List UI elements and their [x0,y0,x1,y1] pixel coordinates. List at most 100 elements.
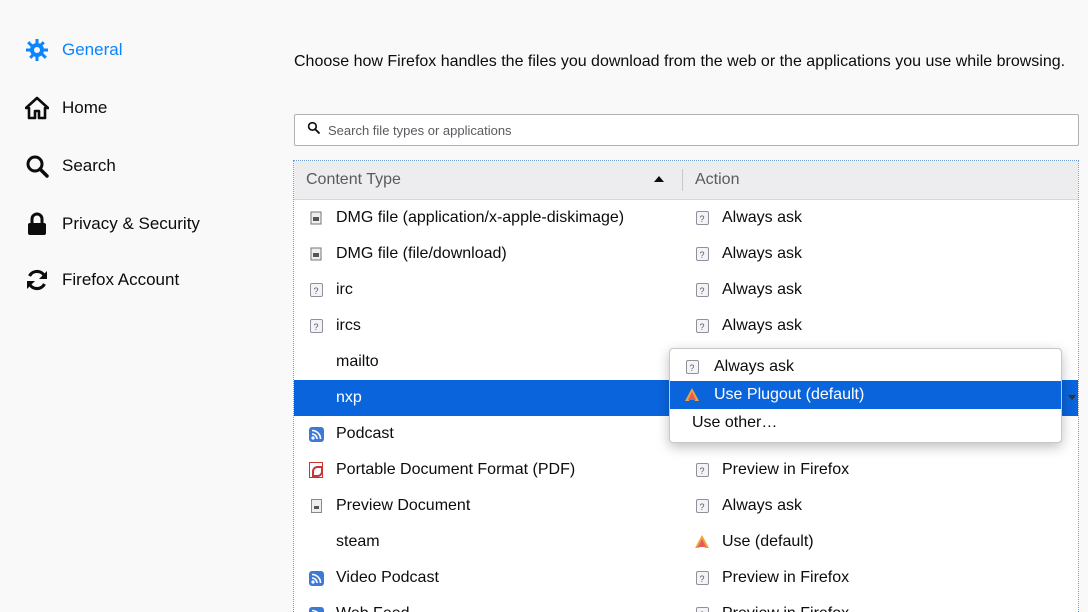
ask-icon: ? [694,462,710,478]
rss-icon [308,426,324,442]
content-type-cell: Portable Document Format (PDF) [294,461,688,479]
table-row[interactable]: ? ircs? Always ask [294,308,1078,344]
action-label: Preview in Firefox [722,605,849,612]
table-row[interactable]: ? irc? Always ask [294,272,1078,308]
ask-icon: ? [694,570,710,586]
ask-icon: ? [694,318,710,334]
content-type-cell: nxp [294,389,688,407]
table-row[interactable]: Web Feed? Preview in Firefox [294,596,1078,612]
content-type-label: irc [336,281,353,298]
lock-icon [24,211,50,237]
action-label: Always ask [722,281,803,298]
sync-icon [24,267,50,293]
sidebar-item-label: General [62,40,123,59]
menu-item-label: Use Plugout (default) [714,386,865,403]
column-header-action[interactable]: Action [683,171,739,189]
action-label: Always ask [722,209,803,226]
table-row[interactable]: Video Podcast? Preview in Firefox [294,560,1078,596]
action-label: Preview in Firefox [722,569,850,586]
content-type-cell: Preview Document [294,497,688,515]
table-row[interactable]: DMG file (file/download)? Always ask [294,236,1078,272]
table-row[interactable]: Portable Document Format (PDF) ? Preview i… [294,452,1078,488]
menu-item-use-plugout[interactable]: Use Plugout (default) [670,381,1061,409]
pdf-icon [308,462,324,478]
ask-icon: ? [694,606,710,612]
ask-icon: ? [308,282,324,298]
action-cell[interactable]: Use (default) [688,533,814,551]
action-cell[interactable]: ? Preview in Firefox [688,605,849,612]
action-cell[interactable]: ? Always ask [688,317,802,335]
content-type-label: Podcast [336,425,394,442]
disk-image-icon [308,246,324,262]
content-type-cell: DMG file (file/download) [294,245,688,263]
action-cell[interactable]: ? Preview in Firefox [688,461,849,479]
table-row[interactable]: steam Use (default) [294,524,1078,560]
menu-item-use-other[interactable]: Use other… [670,409,1061,437]
content-type-label: Preview Document [336,497,471,514]
sidebar-item-label: Search [62,156,116,175]
ask-icon: ? [694,246,710,262]
action-label: Always ask [722,317,803,334]
content-type-label: mailto [336,353,379,370]
action-cell[interactable]: ? Always ask [688,209,802,227]
content-type-cell: DMG file (application/x-apple-diskimage) [294,209,688,227]
content-type-label: Portable Document Format (PDF) [336,461,576,478]
column-header-content-type[interactable]: Content Type [294,161,682,199]
action-label: Always ask [722,497,803,514]
sidebar: General Home Search Privacy & Security F… [0,0,270,612]
ask-icon: ? [694,498,710,514]
sidebar-item-home[interactable]: Home [24,91,107,125]
content-type-label: Video Podcast [336,569,439,586]
sidebar-item-label: Home [62,98,108,117]
sort-ascending-icon [654,176,664,182]
content-type-label: DMG file (file/download) [336,245,507,262]
ask-icon: ? [684,359,700,375]
action-cell[interactable]: ? Always ask [688,281,802,299]
chevron-down-icon[interactable] [1068,395,1076,400]
action-cell[interactable]: ? Always ask [688,497,802,515]
disk-image-icon [308,210,324,226]
sidebar-item-privacy[interactable]: Privacy & Security [24,207,200,241]
table-header: Content Type Action [294,161,1078,200]
document-icon [308,498,324,514]
action-cell[interactable]: ? Always ask [688,245,802,263]
content-type-label: steam [336,533,380,550]
table-row[interactable]: Preview Document? Always ask [294,488,1078,524]
search-icon [24,153,50,179]
action-label: Use (default) [722,533,814,550]
content-type-cell: steam [294,533,688,551]
content-type-cell: Video Podcast [294,569,688,587]
app-icon [694,534,710,550]
sidebar-item-label: Firefox Account [62,270,180,289]
action-dropdown-menu: ? Always ask Use Plugout (default) Use o… [669,348,1062,443]
content-type-label: ircs [336,317,361,334]
sidebar-item-search[interactable]: Search [24,149,116,183]
content-type-cell: mailto [294,353,688,371]
table-row[interactable]: DMG file (application/x-apple-diskimage)… [294,200,1078,236]
column-label: Content Type [306,171,401,188]
content-type-cell: Web Feed [294,605,688,612]
content-type-label: Web Feed [336,605,410,612]
content-type-label: DMG file (application/x-apple-diskimage) [336,209,625,226]
menu-item-label: Always ask [714,358,795,375]
content-type-cell: Podcast [294,425,688,443]
column-label: Action [695,171,740,188]
sidebar-item-firefox-account[interactable]: Firefox Account [24,263,179,297]
ask-icon: ? [308,318,324,334]
search-input[interactable] [326,121,1030,139]
ask-icon: ? [694,282,710,298]
sidebar-item-general[interactable]: General [24,33,122,67]
search-field[interactable] [294,114,1079,146]
rss-icon [308,606,324,612]
menu-item-always-ask[interactable]: ? Always ask [670,353,1061,381]
plugout-app-icon [684,387,700,403]
content-type-cell: ? ircs [294,317,688,335]
sidebar-item-label: Privacy & Security [62,214,200,233]
ask-icon: ? [694,210,710,226]
applications-description: Choose how Firefox handles the files you… [294,53,1066,70]
content-type-label: nxp [336,389,362,406]
content-type-cell: ? irc [294,281,688,299]
home-icon [24,95,50,121]
action-cell[interactable]: ? Preview in Firefox [688,569,849,587]
action-label: Always ask [722,245,803,262]
